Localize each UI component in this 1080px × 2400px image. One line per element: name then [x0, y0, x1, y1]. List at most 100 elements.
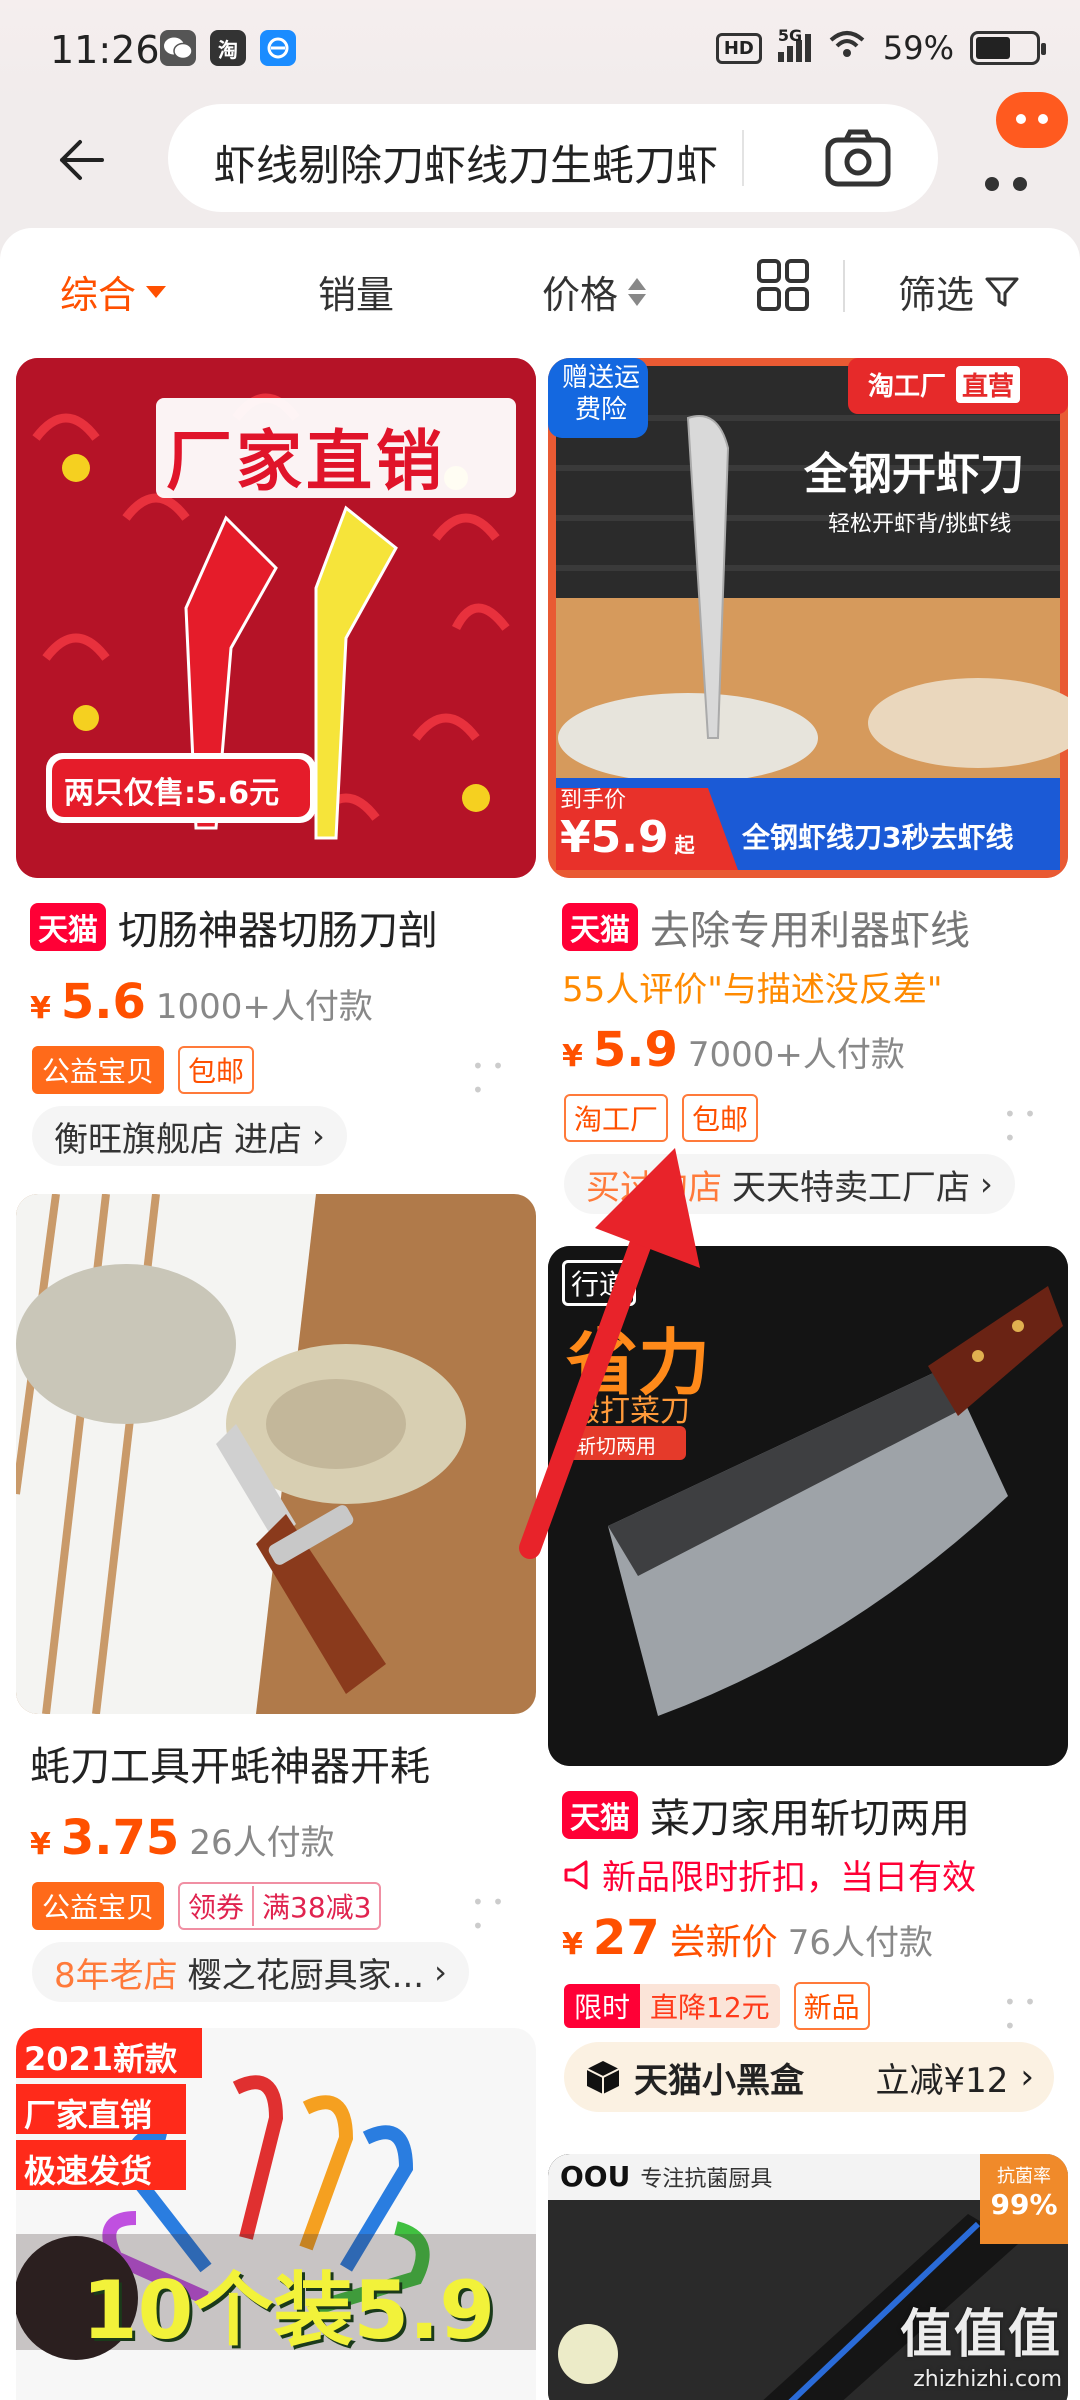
more-options-icon[interactable]	[1004, 1990, 1044, 2038]
sales-count: 1000+人付款	[155, 987, 373, 1027]
grid-view-toggle[interactable]	[756, 258, 810, 312]
brand-sub: 直营	[956, 366, 1021, 403]
search-input[interactable]: 虾线剔除刀虾线刀生蚝刀虾	[168, 104, 938, 212]
product-card[interactable]: 行道 省力 锻打菜刀 斩切两用 天猫 菜刀家用斩切两用 新品限时折扣，当日有效 …	[548, 1246, 1068, 2112]
battery-icon	[970, 31, 1046, 65]
product-title-text: 蚝刀工具开蚝神器开耗	[30, 1744, 430, 1790]
product-title-text: 去除专用利器虾线	[650, 908, 970, 954]
product-card[interactable]: 蚝刀工具开蚝神器开耗 ¥ 3.75 26人付款 公益宝贝 领券 满38减3 8年…	[16, 1194, 536, 2014]
product-image[interactable]: 厂家直销 两只仅售:5.6元	[16, 358, 536, 878]
search-divider	[742, 130, 744, 186]
sort-comprehensive-tab[interactable]: 综合	[60, 264, 167, 319]
taogongchang-tag: 淘工厂	[564, 1094, 669, 1142]
image-price-suffix: 起	[674, 833, 695, 857]
tmall-badge: 天猫	[562, 903, 638, 951]
ele-icon	[260, 30, 296, 66]
image-bottom-text: 10个装5.9	[82, 2264, 496, 2357]
camera-icon	[825, 129, 891, 187]
product-price: 5.9	[592, 1022, 678, 1078]
oyster-knife-image	[16, 1194, 536, 1714]
sales-count: 7000+人付款	[687, 1035, 905, 1075]
funnel-icon	[985, 277, 1019, 306]
tmall-badge: 天猫	[562, 1791, 638, 1839]
message-icon[interactable]	[996, 92, 1068, 148]
shop-link[interactable]: 8年老店 樱之花厨具家... ›	[32, 1942, 469, 2002]
image-banner-text: 厂家直销	[166, 423, 446, 500]
watermark-logo: 值值值	[899, 2305, 1062, 2365]
chevron-right-icon: ›	[980, 1165, 993, 1203]
product-card[interactable]: 厂家直销 两只仅售:5.6元 天猫 切肠神器切肠刀剖 ¥ 5.6 1000+人付…	[16, 358, 536, 1178]
more-options-icon[interactable]	[472, 1054, 512, 1102]
shop-link[interactable]: 买过的店 天天特卖工厂店 ›	[564, 1154, 1015, 1214]
product-title[interactable]: 天猫 切肠神器切肠刀剖	[30, 898, 438, 956]
more-options-icon[interactable]	[472, 1890, 512, 1938]
chevron-right-icon: ›	[1020, 2057, 1034, 2097]
antibacterial-badge: 抗菌率 99%	[982, 2162, 1066, 2221]
product-image[interactable]: 赠送运费险 淘工厂 直营 全钢开虾刀 轻松开虾背/挑虾线 到手价 ¥5.9 起 …	[548, 358, 1068, 878]
shop-name: 衡旺旗舰店	[54, 1119, 224, 1160]
currency-symbol: ¥	[562, 1927, 583, 1962]
search-query-text: 虾线剔除刀虾线刀生蚝刀虾	[214, 141, 719, 190]
image-subline: 轻松开虾背/挑虾线	[828, 512, 1012, 537]
image-price: ¥5.9	[560, 812, 669, 863]
blackbox-bar[interactable]: 天猫小黑盒 立减¥12 ›	[564, 2042, 1054, 2112]
shop-link[interactable]: 衡旺旗舰店 进店 ›	[32, 1106, 347, 1166]
site-watermark: 值值值 zhizhizhi.com	[900, 2292, 1062, 2392]
status-app-icons: 淘	[160, 30, 296, 66]
shop-prefix: 买过的店	[586, 1167, 722, 1208]
image-brand: 行道	[562, 1260, 637, 1306]
coupon-value: 满38减3	[262, 1891, 372, 1924]
sales-count: 26人付款	[189, 1823, 335, 1863]
wifi-icon	[827, 28, 867, 68]
watermark-url: zhizhizhi.com	[913, 2367, 1062, 2392]
promo-text: 新品限时折扣，当日有效	[602, 1858, 976, 1898]
product-title[interactable]: 天猫 去除专用利器虾线	[562, 898, 970, 956]
shop-prefix: 8年老店	[54, 1955, 178, 1996]
product-image[interactable]: 行道 省力 锻打菜刀 斩切两用	[548, 1246, 1068, 1766]
network-label: 5G	[777, 26, 803, 45]
tag-row: 公益宝贝 包邮	[32, 1046, 255, 1094]
product-card[interactable]: 赠送运费险 淘工厂 直营 全钢开虾刀 轻松开虾背/挑虾线 到手价 ¥5.9 起 …	[548, 358, 1068, 1218]
product-image[interactable]: 2021新款 厂家直销 极速发货 10个装5.9	[16, 2028, 536, 2400]
hd-badge: HD	[715, 32, 762, 64]
brand-sub: 专注抗菌厨具	[640, 2166, 773, 2192]
product-title[interactable]: 天猫 菜刀家用斩切两用	[562, 1786, 970, 1844]
blackbox-label: 天猫小黑盒	[634, 2060, 804, 2101]
filter-button[interactable]: 筛选	[898, 264, 1020, 319]
product-price: 3.75	[60, 1810, 180, 1866]
coupon-label: 领券	[188, 1891, 245, 1924]
badge-label: 抗菌率	[997, 2166, 1051, 2187]
sales-count: 76人付款	[787, 1923, 933, 1963]
wechat-icon	[160, 30, 196, 66]
image-subline: 锻打菜刀	[570, 1394, 690, 1429]
more-button[interactable]	[980, 140, 1060, 200]
limited-label: 限时	[564, 1984, 641, 2028]
image-bottom-text: 全钢虾线刀3秒去虾线	[742, 821, 1014, 854]
product-price: 27	[592, 1910, 660, 1966]
sort-price-tab[interactable]: 价格	[542, 264, 647, 319]
tag-row: 限时 直降12元 新品	[564, 1982, 870, 2030]
review-summary: 55人评价"与描述没反差"	[562, 970, 943, 1010]
charity-tag: 公益宝贝	[32, 1046, 165, 1094]
shop-name: 天天特卖工厂店	[732, 1167, 970, 1208]
image-headline: 全钢开虾刀	[804, 449, 1024, 500]
product-title[interactable]: 蚝刀工具开蚝神器开耗	[30, 1734, 430, 1792]
back-arrow-icon	[60, 140, 104, 180]
free-shipping-tag: 包邮	[682, 1094, 759, 1142]
product-card[interactable]: 2021新款 厂家直销 极速发货 10个装5.9	[16, 2028, 536, 2400]
filter-bar: 综合 销量 价格 筛选	[0, 228, 1080, 348]
sort-sales-tab[interactable]: 销量	[318, 264, 394, 319]
filter-label: 筛选	[898, 273, 975, 317]
price-row: ¥ 5.6 1000+人付款	[30, 974, 373, 1030]
currency-symbol: ¥	[30, 1827, 51, 1862]
price-row: ¥ 27 尝新价 76人付款	[562, 1910, 933, 1966]
chevron-right-icon: ›	[434, 1953, 447, 1991]
grid-icon	[757, 259, 809, 311]
signal-icon: 5G	[777, 26, 811, 62]
more-options-icon[interactable]	[1004, 1102, 1044, 1150]
sort-arrows-icon	[628, 277, 647, 306]
back-button[interactable]	[50, 130, 110, 190]
filter-divider	[843, 260, 845, 312]
product-image[interactable]	[16, 1194, 536, 1714]
camera-search-button[interactable]	[824, 126, 892, 190]
